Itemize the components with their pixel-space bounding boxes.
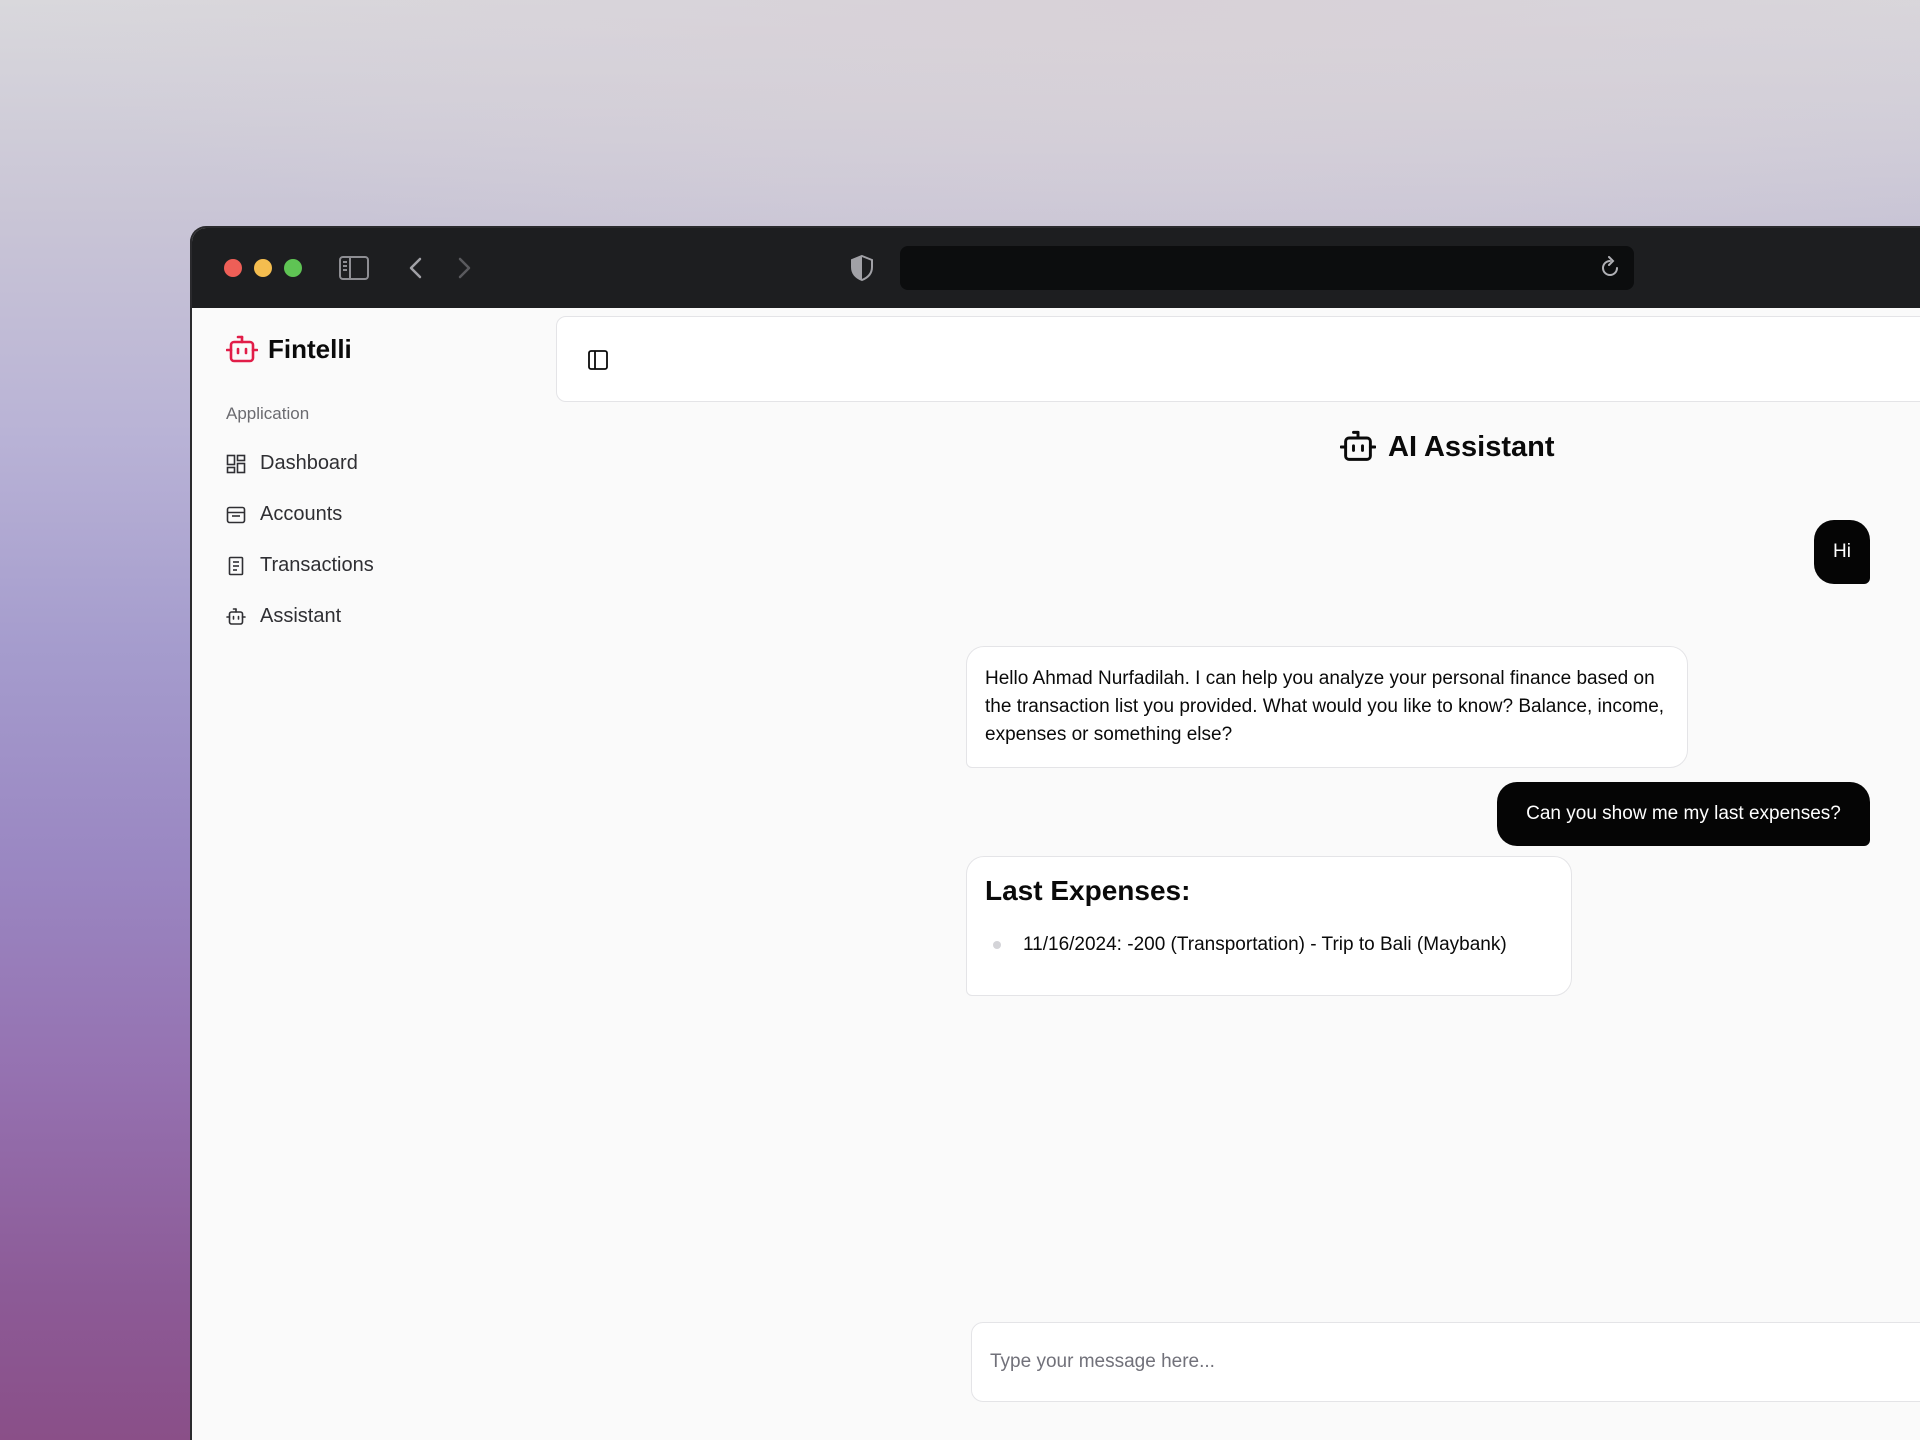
sidebar-item-label: Accounts bbox=[260, 503, 343, 525]
assistant-message: Last Expenses: 11/16/2024: -200 (Transpo… bbox=[966, 856, 1572, 996]
reload-icon[interactable] bbox=[1598, 256, 1622, 280]
list-item: 11/16/2024: -200 (Transportation) - Trip… bbox=[985, 931, 1553, 959]
page-title-text: AI Assistant bbox=[1388, 430, 1555, 463]
browser-titlebar bbox=[192, 228, 1920, 308]
message-text: Hello Ahmad Nurfadilah. I can help you a… bbox=[985, 668, 1665, 745]
dashboard-icon bbox=[226, 454, 246, 473]
bot-icon bbox=[226, 607, 246, 625]
top-bar bbox=[556, 316, 1920, 402]
sidebar-item-dashboard[interactable]: Dashboard bbox=[226, 438, 374, 489]
message-heading: Last Expenses: bbox=[985, 875, 1191, 906]
brand[interactable]: Fintelli bbox=[226, 334, 352, 365]
back-arrow-icon[interactable] bbox=[404, 252, 428, 284]
expense-item-text: 11/16/2024: -200 (Transportation) - Trip… bbox=[1023, 934, 1507, 955]
app-sidebar: Fintelli Application Dashboard Accounts bbox=[192, 308, 556, 1440]
message-text: Hi bbox=[1833, 541, 1851, 562]
sidebar-group-label: Application bbox=[226, 404, 310, 423]
message-input[interactable] bbox=[990, 1347, 1890, 1377]
sidebar-item-label: Assistant bbox=[260, 605, 342, 627]
expense-list: 11/16/2024: -200 (Transportation) - Trip… bbox=[985, 931, 1553, 959]
sidebar-item-label: Transactions bbox=[260, 554, 374, 576]
app-content: Fintelli Application Dashboard Accounts bbox=[192, 308, 1920, 1440]
sidebar-toggle-icon[interactable] bbox=[338, 252, 370, 284]
browser-window: Fintelli Application Dashboard Accounts bbox=[192, 228, 1920, 1440]
panel-toggle-icon[interactable] bbox=[587, 349, 609, 371]
page-title: AI Assistant bbox=[1340, 430, 1555, 464]
brand-name: Fintelli bbox=[268, 334, 352, 364]
minimize-window-button[interactable] bbox=[254, 259, 272, 277]
shield-icon[interactable] bbox=[848, 252, 876, 284]
maximize-window-button[interactable] bbox=[284, 259, 302, 277]
sidebar-item-label: Dashboard bbox=[260, 452, 358, 474]
sidebar-item-assistant[interactable]: Assistant bbox=[226, 591, 374, 642]
receipt-icon bbox=[228, 556, 244, 575]
wallet-icon bbox=[226, 506, 246, 523]
sidebar-nav: Dashboard Accounts Transactions Assistan… bbox=[226, 438, 374, 642]
assistant-message: Hello Ahmad Nurfadilah. I can help you a… bbox=[966, 646, 1688, 768]
user-message: Can you show me my last expenses? bbox=[1497, 782, 1870, 846]
sidebar-item-transactions[interactable]: Transactions bbox=[226, 540, 374, 591]
bot-icon bbox=[1340, 430, 1376, 461]
bullet-icon bbox=[993, 941, 1001, 949]
message-composer bbox=[971, 1322, 1920, 1402]
sidebar-item-accounts[interactable]: Accounts bbox=[226, 489, 374, 540]
message-text: Can you show me my last expenses? bbox=[1526, 803, 1841, 824]
address-bar[interactable] bbox=[900, 246, 1634, 290]
forward-arrow-icon[interactable] bbox=[452, 252, 476, 284]
close-window-button[interactable] bbox=[224, 259, 242, 277]
bot-logo-icon bbox=[226, 335, 258, 362]
user-message: Hi bbox=[1814, 520, 1870, 584]
